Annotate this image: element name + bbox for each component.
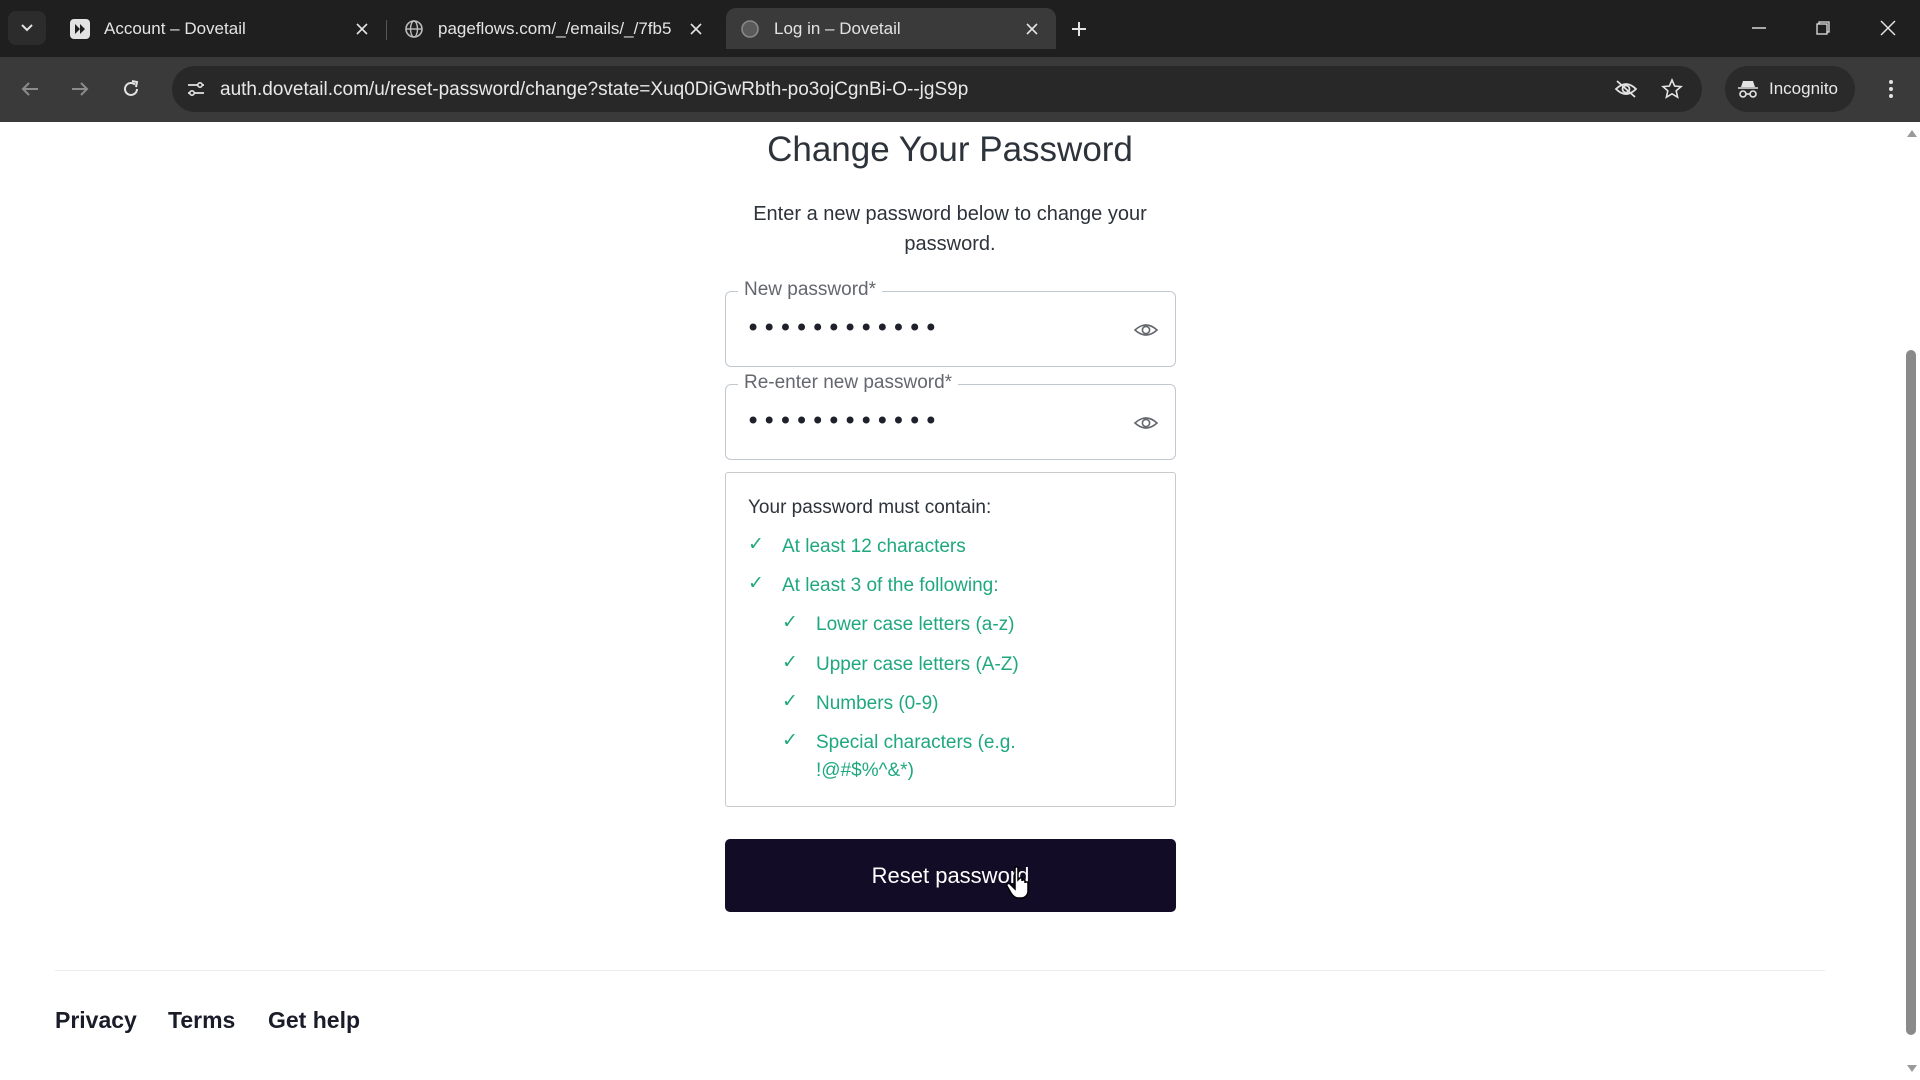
bookmark-star-icon[interactable] bbox=[1656, 73, 1688, 105]
requirement-text: Special characters (e.g. !@#$%^&*) bbox=[816, 732, 1016, 781]
eye-off-icon[interactable] bbox=[1610, 73, 1642, 105]
close-icon[interactable] bbox=[1020, 17, 1044, 41]
page-content: Change Your Password Enter a new passwor… bbox=[0, 122, 1920, 1080]
browser-toolbar: auth.dovetail.com/u/reset-password/chang… bbox=[0, 57, 1920, 122]
reenter-password-label: Re-enter new password* bbox=[738, 372, 959, 394]
plus-icon bbox=[1072, 22, 1086, 36]
requirement-item: ✓ Upper case letters (A-Z) bbox=[782, 651, 1019, 679]
page-title: Change Your Password bbox=[767, 130, 1133, 169]
requirement-text: At least 12 characters bbox=[782, 536, 966, 557]
more-vertical-icon bbox=[1889, 80, 1893, 98]
browser-menu-button[interactable] bbox=[1872, 70, 1910, 108]
restore-button[interactable] bbox=[1801, 8, 1845, 48]
password-requirements-box: Your password must contain: ✓ At least 1… bbox=[725, 472, 1176, 807]
url-text[interactable]: auth.dovetail.com/u/reset-password/chang… bbox=[220, 79, 968, 101]
close-icon bbox=[1880, 20, 1896, 36]
minimize-icon bbox=[1752, 27, 1766, 29]
checkmark-icon: ✓ bbox=[782, 729, 798, 751]
page-scrollbar[interactable] bbox=[1902, 122, 1920, 1080]
new-tab-button[interactable] bbox=[1063, 13, 1095, 45]
requirement-item: ✓ Special characters (e.g. !@#$%^&*) bbox=[782, 729, 1032, 785]
requirement-text: Upper case letters (A-Z) bbox=[816, 654, 1019, 675]
scroll-up-arrow-icon[interactable] bbox=[1907, 130, 1917, 137]
tab-title: pageflows.com/_/emails/_/7fb5 bbox=[438, 18, 672, 38]
requirement-item: ✓ Lower case letters (a-z) bbox=[782, 611, 1015, 639]
address-bar[interactable]: auth.dovetail.com/u/reset-password/chang… bbox=[172, 66, 1702, 112]
eye-icon[interactable] bbox=[1133, 318, 1159, 342]
tab-title: Log in – Dovetail bbox=[774, 18, 901, 38]
terms-link[interactable]: Terms bbox=[168, 1007, 235, 1034]
hand-pointer-cursor-icon bbox=[1006, 866, 1029, 899]
footer-divider bbox=[55, 970, 1825, 971]
tab-separator bbox=[386, 20, 387, 40]
requirement-item: ✓ At least 3 of the following: bbox=[748, 572, 999, 600]
requirement-text: Numbers (0-9) bbox=[816, 693, 939, 714]
requirement-text: At least 3 of the following: bbox=[782, 575, 999, 596]
new-password-field[interactable]: New password* •••••••••••• bbox=[725, 279, 1176, 367]
globe-icon bbox=[404, 19, 424, 39]
checkmark-icon: ✓ bbox=[782, 690, 798, 712]
reenter-password-value[interactable]: •••••••••••• bbox=[746, 407, 940, 435]
requirements-title: Your password must contain: bbox=[748, 497, 992, 518]
restore-icon bbox=[1816, 21, 1830, 35]
requirement-text: Lower case letters (a-z) bbox=[816, 614, 1015, 635]
scroll-down-arrow-icon[interactable] bbox=[1907, 1065, 1917, 1072]
checkmark-icon: ✓ bbox=[748, 533, 764, 555]
tune-icon bbox=[188, 81, 204, 97]
dovetail-logo-icon bbox=[70, 18, 90, 39]
close-icon[interactable] bbox=[350, 17, 374, 41]
new-password-label: New password* bbox=[738, 279, 882, 301]
incognito-icon bbox=[1738, 81, 1758, 98]
checkmark-icon: ✓ bbox=[748, 572, 764, 594]
eye-icon[interactable] bbox=[1133, 411, 1159, 435]
globe-icon bbox=[740, 19, 760, 39]
page-subtitle: Enter a new password below to change you… bbox=[753, 203, 1147, 255]
privacy-link[interactable]: Privacy bbox=[55, 1007, 137, 1034]
tab-title: Account – Dovetail bbox=[104, 18, 246, 38]
arrow-left-icon bbox=[21, 82, 38, 96]
reload-button[interactable] bbox=[112, 70, 150, 108]
requirement-item: ✓ At least 12 characters bbox=[748, 533, 966, 561]
reset-password-button[interactable]: Reset password bbox=[725, 839, 1176, 912]
checkmark-icon: ✓ bbox=[782, 651, 798, 673]
tab-pageflows[interactable]: pageflows.com/_/emails/_/7fb5 bbox=[390, 8, 720, 49]
arrow-right-icon bbox=[72, 82, 89, 96]
tab-log-in-dovetail[interactable]: Log in – Dovetail bbox=[726, 8, 1056, 49]
incognito-label: Incognito bbox=[1769, 79, 1838, 98]
window-close-button[interactable] bbox=[1866, 8, 1910, 48]
get-help-link[interactable]: Get help bbox=[268, 1007, 360, 1034]
incognito-indicator[interactable]: Incognito bbox=[1725, 66, 1855, 112]
chevron-down-icon bbox=[21, 24, 33, 32]
minimize-button[interactable] bbox=[1737, 8, 1781, 48]
requirement-item: ✓ Numbers (0-9) bbox=[782, 690, 938, 718]
tab-account-dovetail[interactable]: Account – Dovetail bbox=[56, 8, 386, 49]
back-button[interactable] bbox=[11, 70, 49, 108]
tab-search-button[interactable] bbox=[8, 11, 46, 45]
scroll-thumb[interactable] bbox=[1906, 350, 1916, 1035]
new-password-value[interactable]: •••••••••••• bbox=[746, 314, 940, 342]
site-info-button[interactable] bbox=[180, 73, 212, 105]
close-icon[interactable] bbox=[684, 17, 708, 41]
forward-button[interactable] bbox=[61, 70, 99, 108]
checkmark-icon: ✓ bbox=[782, 611, 798, 633]
tab-strip: Account – Dovetail pageflows.com/_/email… bbox=[0, 0, 1920, 57]
reenter-password-field[interactable]: Re-enter new password* •••••••••••• bbox=[725, 372, 1176, 460]
reload-icon bbox=[124, 80, 139, 96]
